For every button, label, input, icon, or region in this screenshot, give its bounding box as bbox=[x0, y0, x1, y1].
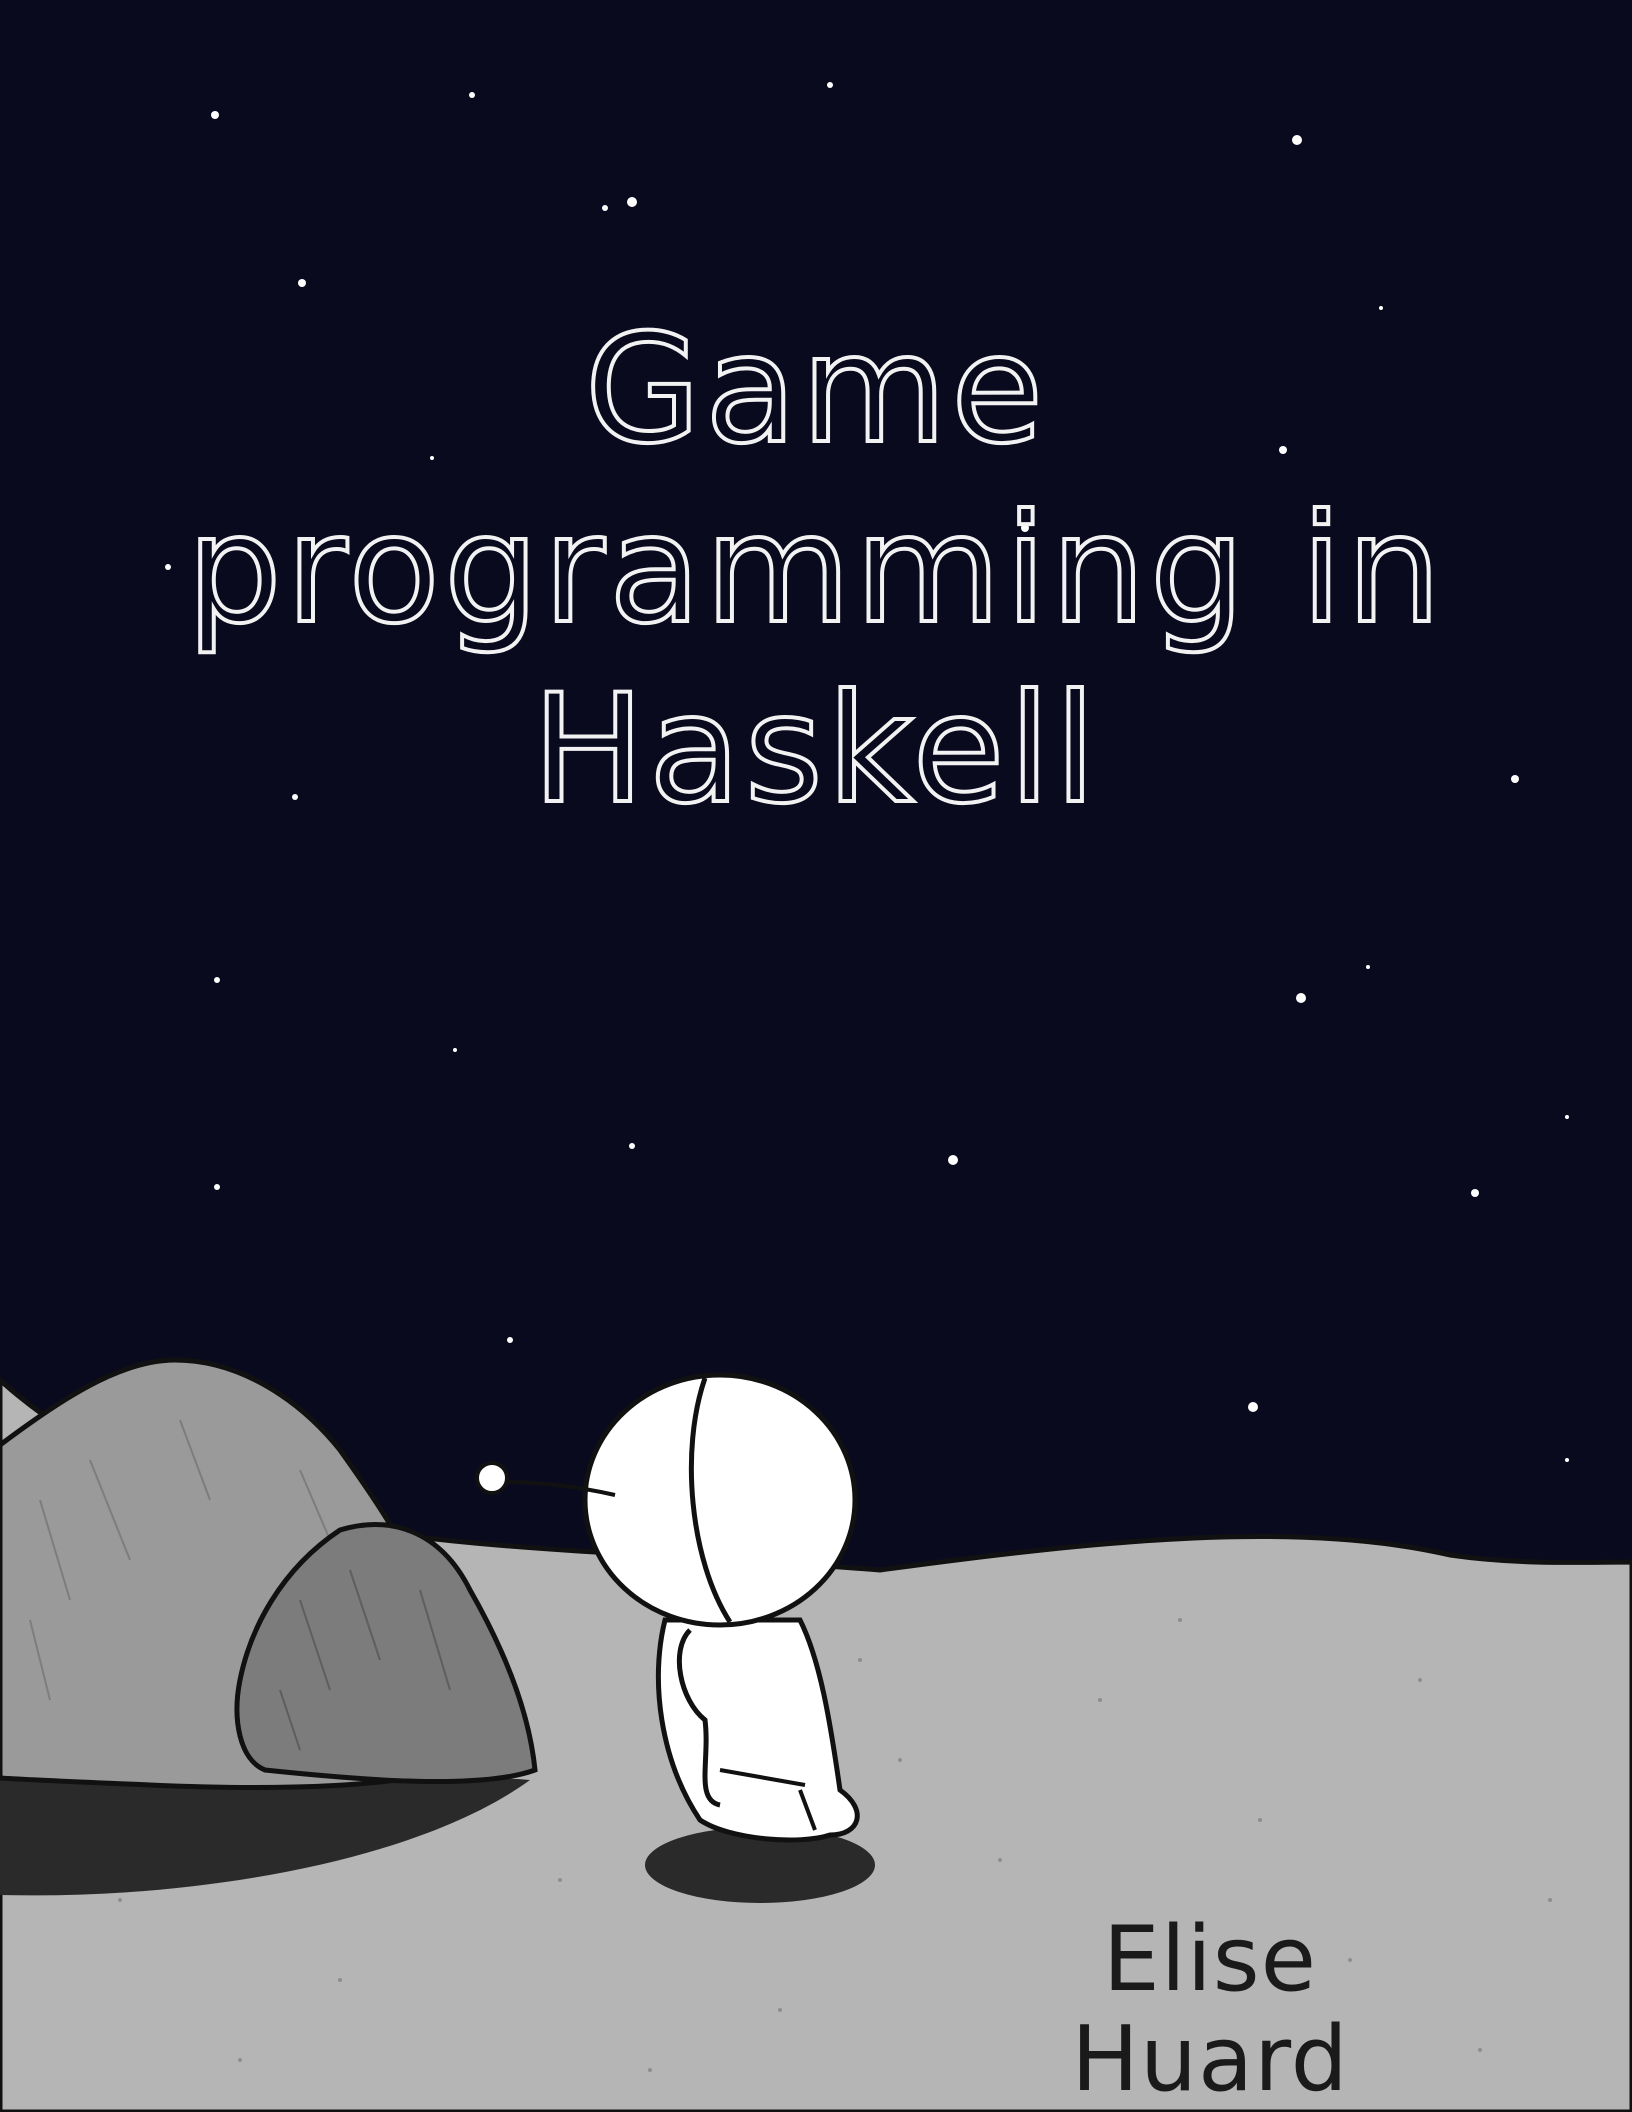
character-head bbox=[582, 1372, 858, 1628]
star-icon bbox=[827, 82, 833, 88]
star-icon bbox=[948, 1155, 958, 1165]
star-icon bbox=[469, 92, 475, 98]
star-icon bbox=[298, 279, 306, 287]
star-icon bbox=[214, 1184, 220, 1190]
star-icon bbox=[453, 1048, 457, 1052]
star-icon bbox=[1366, 965, 1370, 969]
star-icon bbox=[1296, 993, 1306, 1003]
star-icon bbox=[627, 197, 637, 207]
star-icon bbox=[1565, 1458, 1569, 1462]
antenna-tip-icon bbox=[475, 1461, 509, 1495]
star-icon bbox=[1565, 1115, 1569, 1119]
star-icon bbox=[214, 977, 220, 983]
book-cover: Game programming in Haskell Elise Huard bbox=[0, 0, 1632, 2112]
title-line: programming in bbox=[185, 481, 1446, 659]
star-icon bbox=[1248, 1402, 1258, 1412]
star-icon bbox=[211, 111, 219, 119]
star-icon bbox=[1292, 135, 1302, 145]
star-icon bbox=[1471, 1189, 1479, 1197]
star-icon bbox=[507, 1337, 513, 1343]
star-icon bbox=[629, 1143, 635, 1149]
book-title: Game programming in Haskell bbox=[0, 300, 1632, 840]
author-name: Elise Huard bbox=[1071, 1907, 1349, 2112]
title-line: Haskell bbox=[530, 661, 1100, 839]
title-line: Game bbox=[583, 301, 1048, 479]
star-icon bbox=[602, 205, 608, 211]
